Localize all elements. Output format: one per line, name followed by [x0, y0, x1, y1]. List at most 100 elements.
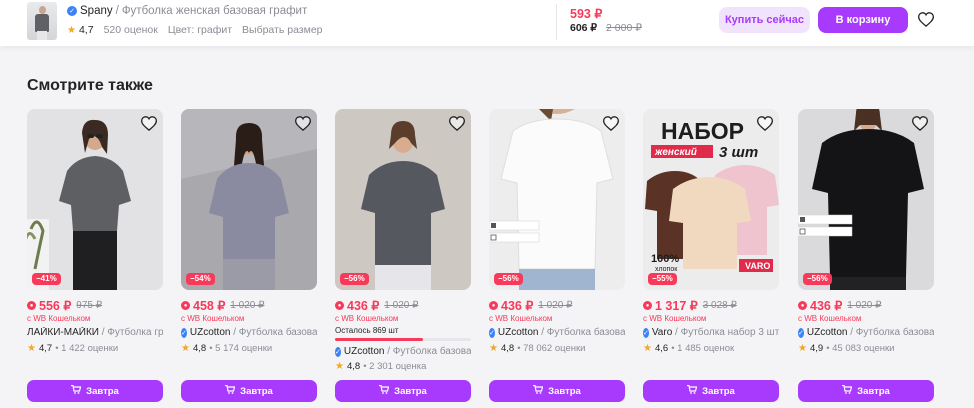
brand-link[interactable]: Spany: [80, 5, 113, 17]
product-card[interactable]: −56% ● 436 ₽ 1 020 ₽ с WB Кошельком ✓ UZ…: [798, 109, 934, 404]
card-brand-title[interactable]: ✓ UZcotton / Футболка базова...: [798, 327, 934, 338]
product-card[interactable]: −54% ● 458 ₽ 1 020 ₽ с WB Кошельком ✓ UZ…: [181, 109, 317, 404]
product-meta-row: ★ 4,7 520 оценок Цвет: графит Выбрать ра…: [67, 24, 333, 36]
stock-progress-fill: [335, 338, 424, 341]
star-icon: ★: [27, 343, 36, 354]
product-card[interactable]: −41% ● 556 ₽ 975 ₽ с WB Кошельком ЛАЙКИ-…: [27, 109, 163, 404]
wallet-icon: ●: [798, 301, 807, 310]
card-old-price: 1 020 ₽: [230, 300, 265, 311]
card-price: 436 ₽: [501, 299, 534, 313]
promo-logo: VARO: [745, 261, 770, 271]
card-old-price: 1 020 ₽: [847, 300, 882, 311]
star-icon: ★: [67, 24, 76, 36]
delivery-label: Завтра: [240, 385, 273, 397]
favorite-heart-icon[interactable]: [448, 114, 466, 132]
product-rating: 4,7: [78, 24, 94, 36]
verified-badge-icon: ✓: [181, 327, 187, 338]
card-reviews: • 78 062 оценки: [517, 343, 586, 354]
product-thumbnail[interactable]: [27, 2, 57, 40]
card-brand: UZcotton: [806, 327, 848, 338]
card-reviews: • 1 485 оценок: [671, 343, 735, 354]
delivery-cart-button[interactable]: Завтра: [489, 380, 625, 402]
card-brand-title[interactable]: ✓ UZcotton / Футболка базова...: [489, 327, 625, 338]
section-title: Смотрите также: [27, 77, 153, 94]
delivery-cart-button[interactable]: Завтра: [181, 380, 317, 402]
discount-badge: −56%: [803, 273, 832, 285]
star-icon: ★: [643, 343, 652, 354]
add-to-cart-button[interactable]: В корзину: [818, 7, 908, 33]
price-line: ● 1 317 ₽ 3 028 ₽: [643, 298, 737, 313]
favorite-heart-icon[interactable]: [756, 114, 774, 132]
product-image[interactable]: [798, 109, 934, 290]
card-title: / Футболка базова...: [850, 327, 934, 338]
favorite-heart-icon[interactable]: [602, 114, 620, 132]
price-line: ● 556 ₽ 975 ₽: [27, 298, 102, 313]
card-title: / Футболка базова...: [541, 327, 625, 338]
wallet-label: с WB Кошельком: [643, 314, 707, 323]
card-rating-row: ★ 4,8 • 2 301 оценка: [335, 361, 426, 372]
card-brand: UZcotton: [189, 327, 231, 338]
star-icon: ★: [335, 361, 344, 372]
price-row: 606 ₽ 2 000 ₽: [570, 22, 642, 34]
product-image[interactable]: НАБОР женский 3 шт 100% хлопок VARO: [643, 109, 779, 290]
discount-badge: −56%: [494, 273, 523, 285]
card-rating: 4,6: [654, 343, 669, 354]
favorite-heart-icon[interactable]: [140, 114, 158, 132]
card-title: / Футболка базова...: [387, 346, 471, 357]
card-reviews: • 2 301 оценка: [363, 361, 427, 372]
product-image[interactable]: [27, 109, 163, 290]
delivery-label: Завтра: [394, 385, 427, 397]
card-brand-title[interactable]: ✓ Varo / Футболка набор 3 шт: [643, 327, 779, 338]
wallet-icon: ●: [643, 301, 652, 310]
product-title-row: ✓ Spany / Футболка женская базовая графи…: [67, 5, 307, 17]
delivery-cart-button[interactable]: Завтра: [643, 380, 779, 402]
card-rating: 4,8: [192, 343, 207, 354]
product-image[interactable]: [335, 109, 471, 290]
delivery-label: Завтра: [86, 385, 119, 397]
favorite-heart-icon[interactable]: [917, 10, 935, 28]
cart-icon: [225, 384, 236, 397]
card-brand-title[interactable]: ✓ UZcotton / Футболка базова...: [181, 327, 317, 338]
discount-badge: −55%: [648, 273, 677, 285]
promo-cotton-label: хлопок: [655, 266, 678, 273]
card-brand-title[interactable]: ✓ UZcotton / Футболка базова...: [335, 346, 471, 357]
delivery-cart-button[interactable]: Завтра: [335, 380, 471, 402]
card-brand: Varo: [651, 327, 673, 338]
product-image[interactable]: [181, 109, 317, 290]
current-price: 593 ₽: [570, 7, 603, 21]
star-icon: ★: [489, 343, 498, 354]
cart-icon: [379, 384, 390, 397]
card-reviews: • 45 083 оценки: [826, 343, 895, 354]
favorite-heart-icon[interactable]: [294, 114, 312, 132]
promo-count: 3 шт: [719, 144, 758, 161]
cart-icon: [687, 384, 698, 397]
product-card[interactable]: НАБОР женский 3 шт 100% хлопок VARO −55%…: [643, 109, 779, 404]
old-price: 2 000 ₽: [606, 22, 642, 34]
product-image[interactable]: [489, 109, 625, 290]
favorite-heart-icon[interactable]: [911, 114, 929, 132]
verified-badge-icon: ✓: [67, 6, 77, 16]
card-brand: ЛАЙКИ-МАЙКИ: [27, 327, 99, 338]
card-price: 458 ₽: [193, 299, 226, 313]
star-icon: ★: [798, 343, 807, 354]
card-rating: 4,8: [346, 361, 361, 372]
discount-badge: −41%: [32, 273, 61, 285]
product-sticky-header: ✓ Spany / Футболка женская базовая графи…: [0, 0, 974, 46]
product-card[interactable]: −56% ● 436 ₽ 1 020 ₽ с WB Кошельком ✓ UZ…: [489, 109, 625, 404]
buy-now-button[interactable]: Купить сейчас: [719, 7, 810, 33]
delivery-label: Завтра: [857, 385, 890, 397]
delivery-cart-button[interactable]: Завтра: [27, 380, 163, 402]
wallet-icon: ●: [489, 301, 498, 310]
header-divider: [556, 4, 557, 40]
wallet-icon: ●: [181, 301, 190, 310]
delivery-cart-button[interactable]: Завтра: [798, 380, 934, 402]
card-old-price: 1 020 ₽: [384, 300, 419, 311]
reviews-link[interactable]: 520 оценок: [104, 24, 158, 36]
card-reviews: • 5 174 оценки: [209, 343, 273, 354]
thumbnail-model-head: [39, 6, 46, 14]
choose-size-link[interactable]: Выбрать размер: [242, 24, 322, 36]
card-brand-title[interactable]: ЛАЙКИ-МАЙКИ / Футболка гр...: [27, 327, 163, 338]
product-card[interactable]: −56% ● 436 ₽ 1 020 ₽ с WB Кошельком Оста…: [335, 109, 471, 404]
wallet-label: с WB Кошельком: [27, 314, 91, 323]
price-line: ● 436 ₽ 1 020 ₽: [489, 298, 572, 313]
